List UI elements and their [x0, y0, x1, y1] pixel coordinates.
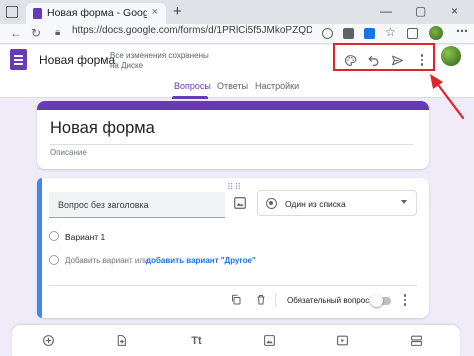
extension-icon[interactable] [343, 28, 354, 39]
google-forms-logo-icon[interactable] [10, 49, 27, 70]
add-other-option-link[interactable]: добавить вариант "Другое" [146, 256, 256, 265]
required-toggle-thumb[interactable] [370, 294, 383, 307]
form-name[interactable]: Новая форма [39, 53, 115, 67]
lock-icon[interactable]: 🔒︎ [55, 27, 60, 38]
tab-close-icon[interactable]: × [152, 6, 158, 18]
footer-separator [275, 293, 276, 307]
add-image-icon[interactable] [233, 196, 247, 210]
tab-responses[interactable]: Ответы [217, 81, 248, 91]
add-question-icon[interactable] [42, 334, 55, 347]
back-icon[interactable]: ← [10, 26, 22, 40]
highlight-box [333, 43, 435, 71]
delete-icon[interactable] [255, 293, 267, 306]
required-label: Обязательный вопрос [287, 296, 370, 305]
add-section-icon[interactable] [410, 334, 423, 347]
question-type-label: Один из списка [285, 199, 346, 209]
active-tab-indicator [172, 96, 208, 99]
refresh-icon[interactable]: ↻ [31, 26, 41, 40]
add-image-block-icon[interactable] [263, 334, 276, 347]
browser-tab-strip: Новая форма - Google Формы × + — ▢ × [0, 0, 474, 24]
drag-handle-icon[interactable]: ⠿⠿ [227, 182, 242, 193]
add-option-radio [49, 255, 59, 265]
save-status: Все изменения сохранены на Диске [110, 51, 209, 70]
zoom-icon[interactable] [322, 28, 333, 39]
add-title-icon[interactable]: Tt [190, 334, 203, 347]
tab-questions[interactable]: Вопросы [174, 81, 211, 91]
add-video-icon[interactable] [336, 334, 349, 347]
tab-settings[interactable]: Настройки [255, 81, 299, 91]
browser-tab[interactable]: Новая форма - Google Формы × [26, 3, 166, 24]
option-1-text[interactable]: Вариант 1 [65, 232, 105, 242]
question-type-dropdown[interactable]: Один из списка [257, 190, 417, 216]
bookmark-star-icon[interactable]: ☆ [385, 25, 396, 39]
browser-toolbar: ← ↻ 🔒︎ https://docs.google.com/forms/d/1… [0, 24, 474, 44]
close-window-icon[interactable]: × [451, 4, 458, 18]
form-tabs: Вопросы Ответы Настройки [0, 81, 474, 99]
import-questions-icon[interactable] [115, 334, 128, 347]
browser-menu-icon[interactable]: ⋯ [456, 24, 468, 38]
add-option-link[interactable]: Добавить вариант или [65, 256, 148, 265]
question-title-input[interactable]: Вопрос без заголовка [49, 192, 225, 218]
option-radio [49, 231, 59, 241]
add-option-label: Добавить вариант [65, 256, 133, 265]
collections-icon[interactable] [407, 28, 418, 39]
tab-actions-icon[interactable] [6, 6, 18, 18]
account-avatar[interactable] [441, 46, 461, 66]
tab-title: Новая форма - Google Формы [47, 7, 147, 19]
add-elements-toolbar: Tt [12, 325, 460, 356]
question-more-icon[interactable] [399, 293, 411, 307]
form-title-field[interactable]: Новая форма [50, 119, 155, 138]
translate-icon[interactable] [364, 28, 375, 39]
question-footer-divider [49, 285, 417, 286]
address-bar[interactable]: https://docs.google.com/forms/d/1PRlCi5f… [72, 25, 312, 36]
minimize-icon[interactable]: — [380, 4, 392, 18]
dropdown-arrow-icon [401, 200, 407, 204]
radio-button-icon [266, 198, 277, 209]
new-tab-icon[interactable]: + [173, 3, 182, 20]
question-card[interactable]: ⠿⠿ Вопрос без заголовка Один из списка В… [37, 178, 429, 318]
form-description-field[interactable]: Описание [50, 148, 87, 157]
active-question-accent [37, 178, 42, 318]
duplicate-icon[interactable] [230, 293, 242, 306]
form-title-card: Новая форма Описание [37, 101, 429, 169]
question-title-text: Вопрос без заголовка [58, 200, 149, 210]
browser-profile-avatar[interactable] [429, 26, 443, 40]
forms-favicon-icon [33, 8, 42, 19]
title-underline [50, 144, 413, 145]
maximize-icon[interactable]: ▢ [415, 4, 426, 18]
